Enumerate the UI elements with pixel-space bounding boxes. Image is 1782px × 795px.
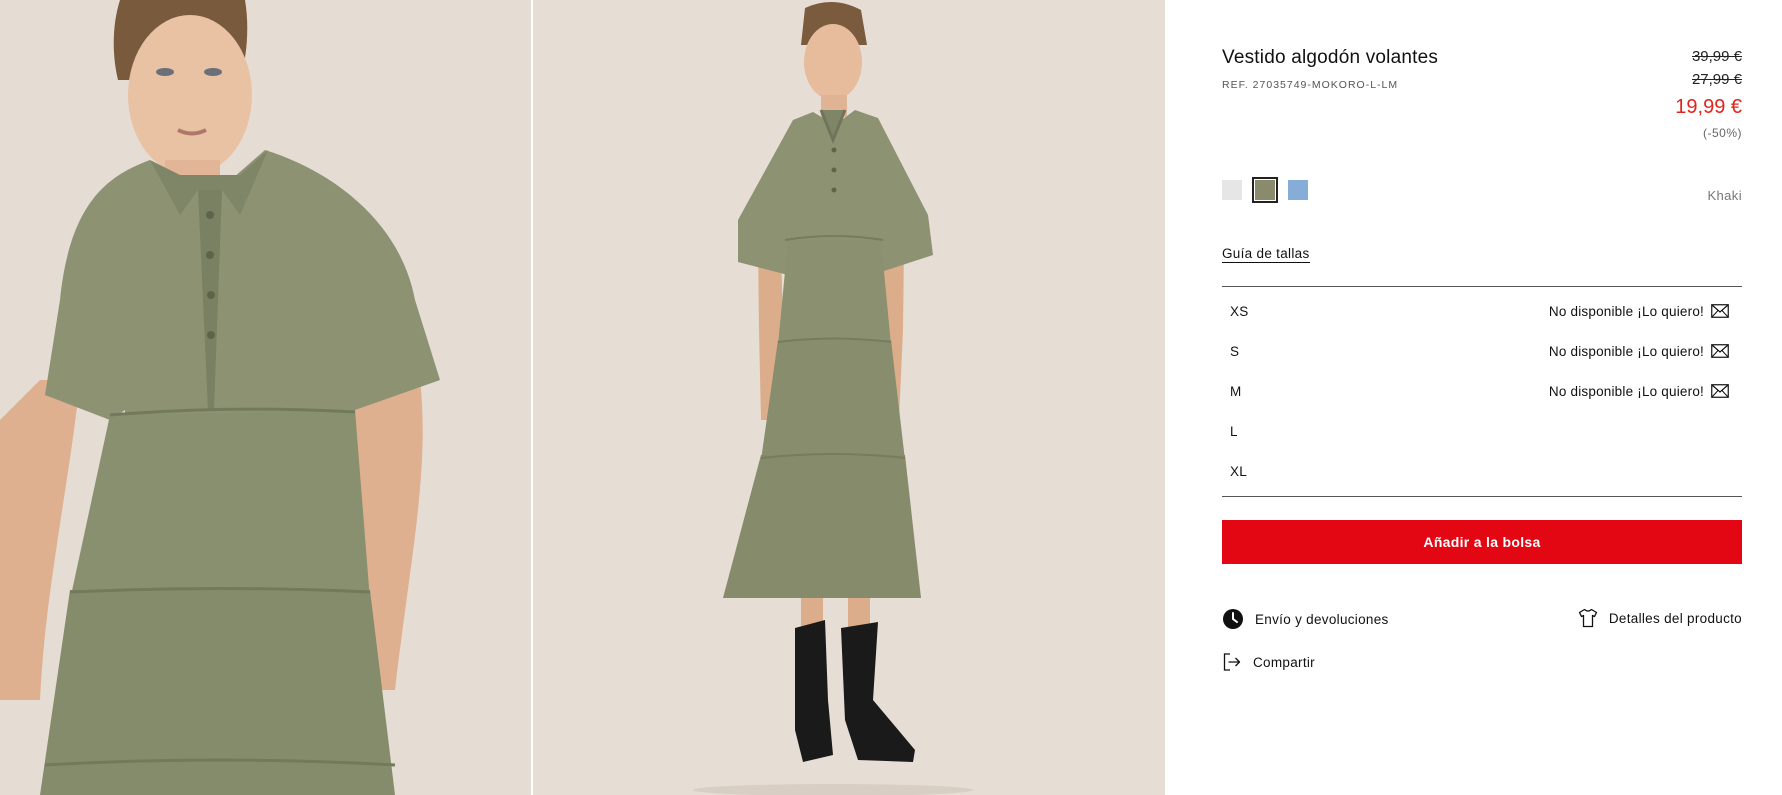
current-price: 19,99 € xyxy=(1675,96,1742,118)
product-reference: REF. 27035749-MOKORO-L-LM xyxy=(1222,79,1399,91)
original-price-1: 39,99 € xyxy=(1691,48,1742,65)
shipping-returns-link[interactable]: Envío y devoluciones xyxy=(1222,608,1389,630)
add-to-bag-button[interactable]: Añadir a la bolsa xyxy=(1222,520,1742,564)
size-row-xl[interactable]: XL xyxy=(1222,451,1742,491)
price-block: 39,99 € 27,99 € 19,99 € (-50%) xyxy=(1675,45,1742,142)
notify-me-link[interactable]: No disponible ¡Lo quiero! xyxy=(1549,344,1729,359)
notify-me-link[interactable]: No disponible ¡Lo quiero! xyxy=(1549,304,1729,319)
product-gallery xyxy=(0,0,1165,795)
size-row-m[interactable]: M No disponible ¡Lo quiero! xyxy=(1222,371,1742,411)
mail-icon xyxy=(1711,384,1729,398)
availability-text: No disponible ¡Lo quiero! xyxy=(1548,383,1704,399)
product-photo-full[interactable] xyxy=(533,0,1165,795)
product-photo-closeup[interactable] xyxy=(0,0,531,795)
tshirt-icon xyxy=(1578,608,1598,628)
product-title: Vestido algodón volantes xyxy=(1222,47,1439,68)
size-row-s[interactable]: S No disponible ¡Lo quiero! xyxy=(1222,331,1742,371)
model-full-illustration xyxy=(533,0,1165,795)
khaki-swatch[interactable] xyxy=(1252,177,1278,203)
product-details-link[interactable]: Detalles del producto xyxy=(1578,608,1742,628)
model-closeup-illustration xyxy=(0,0,531,795)
mail-icon xyxy=(1711,344,1729,358)
color-swatches xyxy=(1222,177,1308,203)
shipping-returns-label: Envío y devoluciones xyxy=(1255,611,1389,627)
size-label: L xyxy=(1230,423,1238,439)
availability-text: No disponible ¡Lo quiero! xyxy=(1548,303,1704,319)
notify-me-link[interactable]: No disponible ¡Lo quiero! xyxy=(1549,384,1729,399)
share-icon xyxy=(1223,653,1241,671)
original-price-2: 27,99 € xyxy=(1691,71,1742,88)
size-row-xs[interactable]: XS No disponible ¡Lo quiero! xyxy=(1222,291,1742,331)
white-swatch[interactable] xyxy=(1222,180,1242,200)
blue-swatch[interactable] xyxy=(1288,180,1308,200)
share-link[interactable]: Compartir xyxy=(1222,652,1315,672)
size-label: XS xyxy=(1230,303,1249,319)
size-label: XL xyxy=(1230,463,1248,479)
size-label: M xyxy=(1230,383,1242,399)
mail-icon xyxy=(1711,304,1729,318)
size-guide-link[interactable]: Guía de tallas xyxy=(1222,246,1310,263)
availability-text: No disponible ¡Lo quiero! xyxy=(1548,343,1704,359)
size-row-l[interactable]: L xyxy=(1222,411,1742,451)
clock-icon xyxy=(1223,609,1243,629)
product-info-panel: Vestido algodón volantes REF. 27035749-M… xyxy=(1222,0,1742,795)
product-details-label: Detalles del producto xyxy=(1608,610,1742,626)
discount-percentage: (-50%) xyxy=(1702,126,1742,140)
selected-color-name: Khaki xyxy=(1707,188,1742,203)
size-label: S xyxy=(1230,343,1240,359)
share-label: Compartir xyxy=(1253,654,1315,670)
size-list: XS No disponible ¡Lo quiero! S No dispon… xyxy=(1222,286,1742,497)
